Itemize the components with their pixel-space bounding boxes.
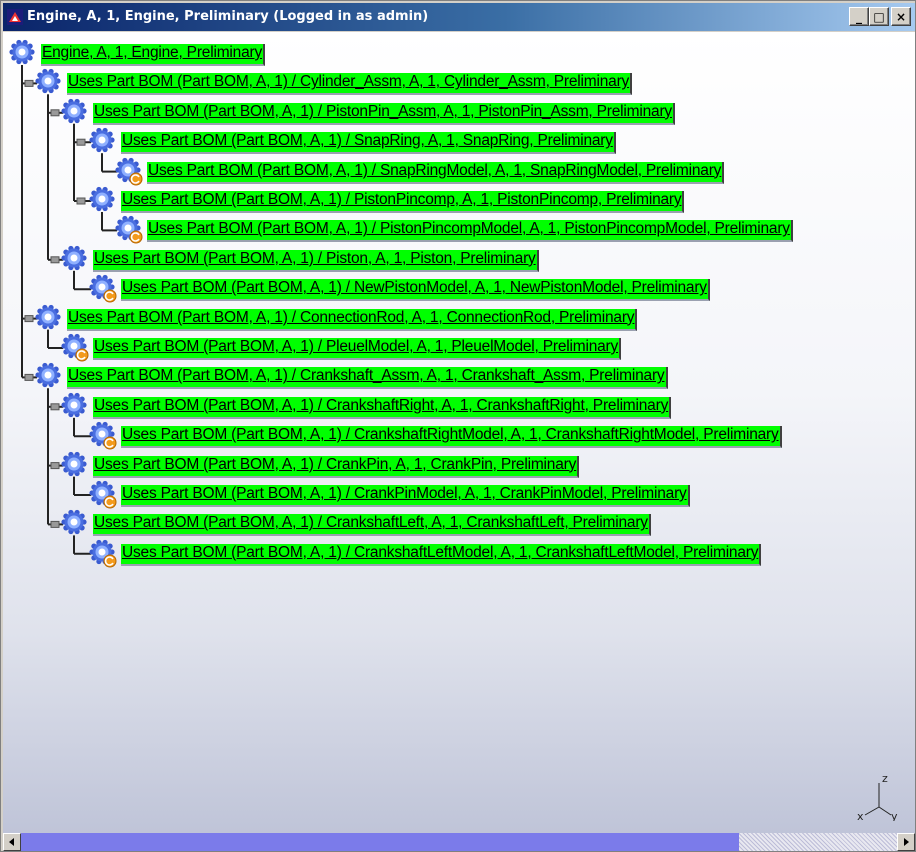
tree-node-label[interactable]: Uses Part BOM (Part BOM, A, 1) / SnapRin… [147, 161, 725, 184]
close-button[interactable]: × [891, 7, 911, 26]
scrollbar-thumb[interactable] [21, 833, 739, 851]
maximize-button[interactable]: □ [869, 7, 889, 26]
horizontal-scrollbar[interactable] [3, 833, 915, 851]
part-model-icon [89, 480, 117, 509]
gear-icon [89, 128, 115, 153]
part-model-icon [89, 422, 117, 450]
part-model-icon [61, 333, 89, 362]
compass-axis-icon: z x y [857, 772, 898, 821]
tree-node-label[interactable]: Uses Part BOM (Part BOM, A, 1) / PistonP… [147, 220, 793, 243]
tree-node-label[interactable]: Engine, A, 1, Engine, Preliminary [41, 44, 265, 66]
gear-icon [35, 304, 61, 329]
close-icon: × [895, 9, 907, 24]
tree-node-label[interactable]: Uses Part BOM (Part BOM, A, 1) / Cranksh… [93, 396, 672, 419]
part-model-icon [89, 539, 117, 568]
gear-icon [35, 363, 61, 388]
tree-node-label[interactable]: Uses Part BOM (Part BOM, A, 1) / CrankPi… [93, 455, 580, 478]
app-window: Engine, A, 1, Engine, Preliminary (Logge… [0, 0, 916, 852]
scroll-right-button[interactable] [897, 833, 915, 851]
axis-x-label: x [857, 810, 864, 821]
gear-icon [9, 39, 35, 65]
gear-icon [61, 510, 87, 535]
gear-icon [61, 392, 87, 417]
tree-node-label[interactable]: Uses Part BOM (Part BOM, A, 1) / Cranksh… [67, 367, 668, 390]
part-model-icon [115, 216, 143, 244]
specification-tree-canvas[interactable]: Engine, A, 1, Engine, Preliminary Uses P… [3, 32, 915, 833]
part-model-icon [115, 157, 143, 186]
tree-node-label[interactable]: Uses Part BOM (Part BOM, A, 1) / Cranksh… [121, 543, 762, 566]
tree-node-label[interactable]: Uses Part BOM (Part BOM, A, 1) / SnapRin… [121, 132, 616, 155]
tree-node-label[interactable]: Uses Part BOM (Part BOM, A, 1) / PleuelM… [93, 338, 622, 360]
tree-node-label[interactable]: Uses Part BOM (Part BOM, A, 1) / PistonP… [93, 102, 675, 125]
axis-y-label: y [891, 810, 898, 821]
scroll-left-button[interactable] [3, 833, 21, 851]
gear-icon [61, 451, 87, 476]
scrollbar-track[interactable] [739, 833, 897, 851]
arrow-right-icon [904, 838, 909, 846]
maximize-icon: □ [873, 9, 885, 24]
catia-app-icon [7, 9, 23, 25]
minimize-icon: _ [856, 9, 862, 24]
tree-node-label[interactable]: Uses Part BOM (Part BOM, A, 1) / Cranksh… [93, 514, 651, 537]
gear-icon [35, 69, 61, 94]
title-bar[interactable]: Engine, A, 1, Engine, Preliminary (Logge… [3, 3, 915, 31]
arrow-left-icon [9, 838, 14, 846]
gear-icon [61, 245, 87, 270]
gear-icon [89, 186, 115, 212]
part-model-icon [89, 275, 117, 303]
window-title: Engine, A, 1, Engine, Preliminary (Logge… [27, 9, 429, 24]
tree-node-label[interactable]: Uses Part BOM (Part BOM, A, 1) / CrankPi… [121, 485, 690, 507]
tree-node-label[interactable]: Uses Part BOM (Part BOM, A, 1) / NewPist… [121, 279, 710, 302]
tree-node-label[interactable]: Uses Part BOM (Part BOM, A, 1) / Connect… [67, 308, 638, 331]
minimize-button[interactable]: _ [849, 7, 869, 26]
tree-node-label[interactable]: Uses Part BOM (Part BOM, A, 1) / Cranksh… [121, 426, 782, 449]
axis-z-label: z [882, 772, 888, 785]
tree-node-label[interactable]: Uses Part BOM (Part BOM, A, 1) / Piston,… [93, 249, 539, 272]
tree-node-label[interactable]: Uses Part BOM (Part BOM, A, 1) / Cylinde… [67, 73, 633, 96]
gear-icon [61, 98, 87, 123]
tree-node-label[interactable]: Uses Part BOM (Part BOM, A, 1) / PistonP… [121, 191, 685, 213]
